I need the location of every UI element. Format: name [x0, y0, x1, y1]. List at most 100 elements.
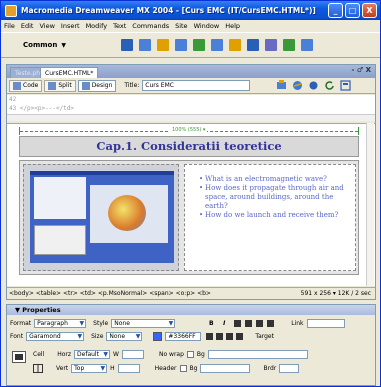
vert-label: Vert [56, 365, 69, 372]
menu-window[interactable]: Window [194, 22, 220, 30]
menu-view[interactable]: View [39, 22, 54, 30]
vert-select[interactable]: Top ▼ [71, 364, 108, 373]
nowrap-checkbox[interactable] [186, 351, 194, 358]
list-item[interactable]: What is an electromagnetic wave? [199, 175, 353, 184]
debug-icon[interactable] [308, 80, 319, 91]
height-input[interactable] [117, 364, 140, 373]
table-width-rule: 100% (555) ▾ [19, 127, 359, 135]
link-input[interactable] [306, 319, 345, 328]
format-select[interactable]: Paragraph ▼ [34, 319, 87, 328]
menu-text[interactable]: Text [113, 22, 126, 30]
properties-row-3: Cell Horz Default ▼ W No wrap Bg [33, 349, 308, 360]
menu-modify[interactable]: Modify [86, 22, 108, 30]
bg-color-input[interactable] [200, 364, 251, 373]
code-horizontal-scrollbar[interactable] [7, 114, 375, 121]
insert-object-icon[interactable] [283, 39, 295, 51]
split-view-label: Split [58, 81, 72, 89]
text-cell[interactable]: What is an electromagnetic wave? How doe… [184, 164, 356, 271]
style-select[interactable]: None ▼ [111, 319, 176, 328]
align-icons[interactable] [232, 319, 280, 328]
title-bar: Macromedia Dreamweaver MX 2004 - [Curs E… [1, 1, 380, 20]
tag-selector[interactable]: <body> <table> <tr> <td> <p.MsoNormal> <… [9, 288, 211, 299]
border-color-input[interactable] [279, 364, 300, 373]
menu-bar: File Edit View Insert Modify Text Comman… [1, 20, 380, 31]
document-window: Teste.php CursEMC.HTML* - ♂ X Code Split… [6, 64, 376, 300]
insert-category[interactable]: Common [23, 41, 57, 49]
status-bar: <body> <table> <tr> <td> <p.MsoNormal> <… [7, 287, 375, 299]
page-heading[interactable]: Cap.1. Consideratii teoretice [19, 136, 359, 157]
menu-help[interactable]: Help [225, 22, 240, 30]
close-button[interactable]: X [362, 3, 377, 18]
menu-file[interactable]: File [4, 22, 15, 30]
view-options-icon[interactable] [340, 80, 351, 91]
list-item[interactable]: How do we launch and receive them? [199, 211, 353, 220]
size-value: None [109, 333, 126, 340]
title-input[interactable]: Curs EMC [142, 80, 251, 91]
size-label: Size [91, 333, 104, 340]
image-cell[interactable] [23, 164, 179, 271]
insert-object-icon[interactable] [175, 39, 187, 51]
horz-label: Horz [57, 351, 72, 358]
header-checkbox[interactable] [179, 365, 187, 372]
split-view-button[interactable]: Split [44, 79, 76, 92]
tab-cursemc-html[interactable]: CursEMC.HTML* [40, 67, 99, 78]
design-view-button[interactable]: Design [77, 79, 117, 92]
properties-title[interactable]: ▼ Properties [7, 305, 375, 315]
menu-edit[interactable]: Edit [21, 22, 34, 30]
insert-object-icon[interactable] [301, 39, 313, 51]
preview-browser-icon[interactable] [292, 80, 303, 91]
list-indent-icons[interactable] [204, 332, 248, 341]
design-icon [81, 81, 90, 90]
menu-commands[interactable]: Commands [132, 22, 169, 30]
insert-bar: Common ▼ [1, 32, 380, 58]
insert-object-icon[interactable] [157, 39, 169, 51]
link-label: Link [291, 320, 304, 327]
width-input[interactable] [121, 350, 144, 359]
text-color-input[interactable]: #3366FF [165, 332, 202, 341]
font-select[interactable]: Garamond ▼ [26, 332, 85, 341]
minimize-button[interactable]: _ [328, 3, 343, 18]
format-value: Paragraph [37, 320, 68, 327]
design-view[interactable]: 100% (555) ▾ Cap.1. Consideratii teoreti… [7, 123, 375, 286]
document-tab-bar: Teste.php CursEMC.HTML* - ♂ X [7, 65, 375, 78]
bg-image-input[interactable] [207, 350, 308, 359]
content-table[interactable]: What is an electromagnetic wave? How doe… [19, 160, 359, 275]
bg-color-label: Bg [189, 365, 198, 372]
horz-value: Default [77, 351, 99, 358]
list-item[interactable]: How does it propagate through air and sp… [199, 184, 353, 211]
insert-object-icon[interactable] [139, 39, 151, 51]
window-size-indicator[interactable]: 591 x 256 ▾ 12K / 2 sec [301, 288, 371, 299]
insert-object-icon[interactable] [121, 39, 133, 51]
maximize-button[interactable]: □ [345, 3, 360, 18]
chevron-down-icon[interactable]: ▼ [61, 42, 66, 49]
window-title: Macromedia Dreamweaver MX 2004 - [Curs E… [21, 6, 316, 15]
insert-object-icon[interactable] [229, 39, 241, 51]
w-label: W [113, 351, 119, 358]
embedded-screenshot-image[interactable] [30, 171, 174, 263]
split-cell-icon[interactable] [33, 364, 43, 373]
text-color-swatch[interactable] [153, 332, 163, 341]
bold-button[interactable]: B [206, 319, 216, 328]
insert-object-icon[interactable] [247, 39, 259, 51]
insert-object-icon[interactable] [211, 39, 223, 51]
table-width-label[interactable]: 100% (555) ▾ [170, 127, 208, 133]
nowrap-label: No wrap [158, 351, 184, 358]
code-view-button[interactable]: Code [9, 79, 43, 92]
design-vertical-scrollbar[interactable] [366, 123, 374, 286]
menu-site[interactable]: Site [175, 22, 187, 30]
chevron-down-icon: ▼ [100, 365, 106, 372]
italic-button[interactable]: I [219, 319, 229, 328]
document-window-controls[interactable]: - ♂ X [352, 66, 371, 74]
font-label: Font [10, 333, 24, 340]
horz-select[interactable]: Default ▼ [74, 350, 111, 359]
insert-object-icon[interactable] [265, 39, 277, 51]
title-label: Title: [124, 82, 140, 89]
file-management-icon[interactable] [276, 80, 287, 91]
menu-insert[interactable]: Insert [61, 22, 80, 30]
refresh-icon[interactable] [324, 80, 335, 91]
chevron-down-icon: ▼ [168, 320, 174, 327]
cell-label: Cell [33, 351, 45, 358]
size-select[interactable]: None ▼ [106, 332, 143, 341]
insert-object-icon[interactable] [193, 39, 205, 51]
properties-row-1: Format Paragraph ▼ Style None ▼ B I Link [10, 318, 345, 329]
